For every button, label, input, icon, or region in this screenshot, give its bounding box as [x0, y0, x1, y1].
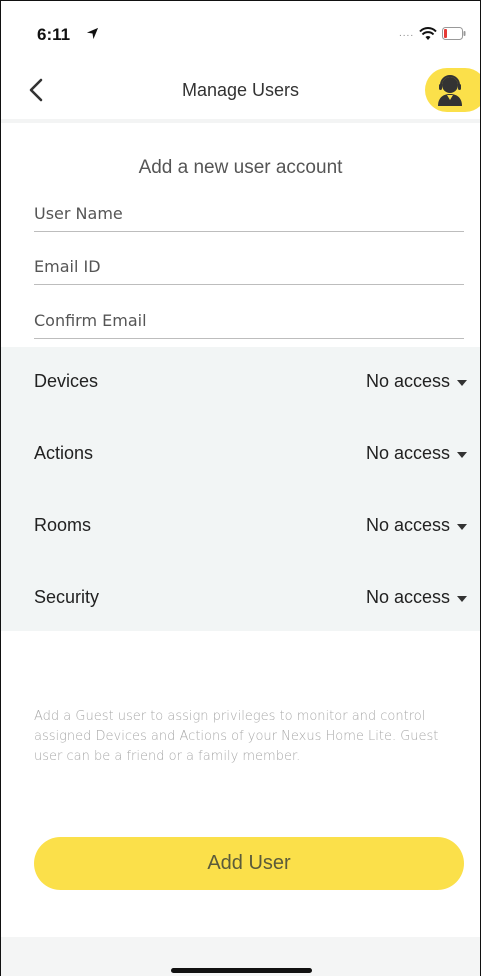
- caret-down-icon: [457, 451, 467, 458]
- access-row-security: Security No access: [1, 563, 480, 634]
- access-row-devices: Devices No access: [1, 347, 480, 418]
- email-field[interactable]: [34, 253, 464, 285]
- support-agent-icon: [438, 75, 462, 106]
- confirm-email-input[interactable]: [34, 307, 464, 330]
- access-label-rooms: Rooms: [34, 515, 92, 535]
- access-label-security: Security: [34, 587, 100, 607]
- support-button[interactable]: [425, 68, 480, 112]
- page-title: Manage Users: [181, 80, 300, 100]
- access-label-devices: Devices: [34, 371, 99, 391]
- access-row-actions: Actions No access: [1, 419, 480, 490]
- rooms-access-dropdown[interactable]: No access: [366, 515, 467, 536]
- security-access-dropdown[interactable]: No access: [366, 587, 467, 608]
- actions-access-value: No access: [365, 443, 450, 463]
- rooms-access-value: No access: [365, 515, 450, 535]
- devices-access-dropdown[interactable]: No access: [366, 371, 467, 392]
- access-section: Devices No access Actions No access Room…: [1, 347, 480, 631]
- bottom-bar: [1, 937, 480, 976]
- status-time: 6:11: [37, 25, 71, 44]
- form-heading: Add a new user account: [138, 157, 343, 178]
- wifi-icon: [419, 27, 437, 40]
- access-row-rooms: Rooms No access: [1, 491, 480, 562]
- nav-divider: [1, 119, 480, 123]
- caret-down-icon: [457, 523, 467, 530]
- actions-access-dropdown[interactable]: No access: [366, 443, 467, 464]
- home-indicator: [171, 968, 312, 973]
- user-name-field[interactable]: [34, 200, 464, 232]
- confirm-email-field[interactable]: [34, 307, 464, 339]
- security-access-value: No access: [365, 587, 450, 607]
- nav-bar: Manage Users: [1, 63, 480, 119]
- caret-down-icon: [457, 379, 467, 386]
- add-user-button[interactable]: Add User: [34, 837, 464, 890]
- devices-access-value: No access: [365, 371, 450, 391]
- guest-info-text: Add a Guest user to assign privileges to…: [34, 709, 439, 764]
- location-arrow-icon: [86, 27, 99, 40]
- battery-low-icon: [442, 27, 466, 40]
- signal-dots: ....: [399, 28, 415, 39]
- user-name-input[interactable]: [34, 200, 464, 223]
- caret-down-icon: [457, 595, 467, 602]
- phone-screen: 6:11 .... Manage Users Add a new user ac…: [0, 0, 481, 976]
- status-bar: 6:11 ....: [1, 1, 480, 63]
- access-label-actions: Actions: [34, 443, 94, 463]
- email-input[interactable]: [34, 253, 464, 276]
